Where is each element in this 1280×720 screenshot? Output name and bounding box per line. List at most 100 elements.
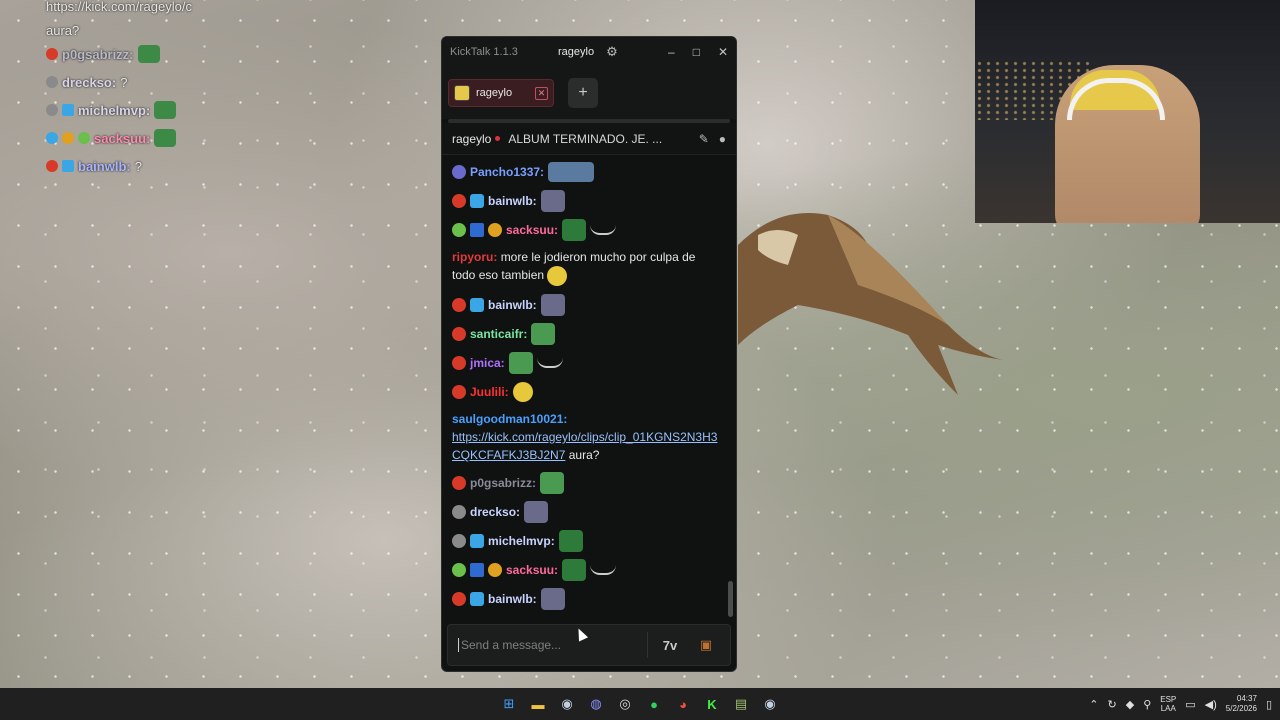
steam-icon[interactable]: ◉ — [555, 692, 579, 716]
7tv-emote-button[interactable]: 7v — [656, 632, 684, 658]
badge-icon — [452, 533, 466, 548]
game-icon[interactable]: ▤ — [729, 692, 753, 716]
text-caret — [458, 638, 459, 652]
box-emote-icon — [154, 101, 177, 119]
chat-message: michelmvp: — [452, 526, 720, 555]
username[interactable]: sacksuu: — [506, 223, 558, 237]
overlay-user: p0gsabrizz: — [62, 46, 134, 62]
chat-message: sacksuu: — [452, 215, 720, 244]
overlay-user: drecksо: — [62, 74, 117, 90]
rocket-icon[interactable]: ✎ — [699, 132, 709, 146]
notification-icon[interactable]: ▯ — [1266, 698, 1272, 711]
badge-icon — [452, 384, 466, 399]
username[interactable]: p0gsabrizz: — [470, 476, 536, 490]
chat-message: p0gsabrizz: — [452, 468, 720, 497]
user-icon[interactable]: ● — [719, 132, 726, 146]
mic-icon[interactable]: ⚲ — [1143, 698, 1151, 711]
gold-badge-icon — [488, 562, 502, 577]
username[interactable]: bainwlb: — [488, 194, 537, 208]
username[interactable]: santicaifr: — [470, 327, 527, 341]
tab-rageylo[interactable]: rageylo ✕ — [448, 79, 554, 107]
minimize-button[interactable]: – — [668, 45, 675, 59]
gear-icon[interactable]: ⚙ — [606, 44, 618, 60]
username[interactable]: bainwlb: — [488, 298, 537, 312]
file-explorer-icon[interactable]: ▬ — [526, 692, 550, 716]
badge-icon — [46, 160, 58, 172]
steam-app-icon[interactable]: ◉ — [758, 692, 782, 716]
cube-badge-icon — [470, 533, 484, 548]
tool-badge-icon — [470, 562, 484, 577]
username[interactable]: jmica: — [470, 356, 505, 370]
eagle-image — [738, 213, 1003, 395]
box-emote-icon — [154, 129, 177, 147]
yellow-emote-icon — [512, 381, 533, 402]
channel-name: rageylo — [452, 131, 492, 146]
badge-icon — [452, 164, 466, 179]
badge-icon — [452, 591, 466, 606]
username[interactable]: bainwlb: — [488, 592, 537, 606]
overlay-text: aura? — [46, 22, 80, 38]
username[interactable]: drecksо: — [470, 505, 520, 519]
scrollbar[interactable] — [728, 581, 733, 617]
username[interactable]: Pancho1337: — [470, 165, 544, 179]
gold-badge-icon — [62, 132, 74, 144]
badge-icon — [452, 297, 466, 312]
kicktalk-window: KickTalk 1.1.3 rageylo ⚙ – □ ✕ rageylo ✕… — [441, 36, 737, 672]
live-indicator-icon — [495, 136, 501, 141]
layout-code: LAA — [1160, 704, 1176, 713]
tool-badge-icon — [470, 222, 484, 237]
badge-icon — [46, 48, 58, 60]
message-text: aura? — [568, 448, 600, 462]
pepe-emote-icon — [540, 471, 565, 494]
spotify-icon[interactable]: ● — [642, 692, 666, 716]
app-title: KickTalk 1.1.3 — [450, 46, 518, 58]
chat-message: sacksuu: — [452, 555, 720, 584]
chat-message: santicaifr: — [452, 319, 720, 348]
face-emote-icon — [524, 500, 549, 523]
chevron-up-icon[interactable]: ⌃ — [1089, 698, 1098, 711]
header-icons: ✎ ● — [699, 132, 726, 146]
close-icon[interactable]: ✕ — [535, 86, 548, 100]
add-tab-button[interactable]: + — [568, 78, 598, 108]
title-bar[interactable]: KickTalk 1.1.3 rageylo ⚙ – □ ✕ — [442, 37, 736, 67]
kick-emote-button[interactable]: ▣ — [692, 632, 720, 658]
system-tray: ⌃ ↻ ◆ ⚲ ESP LAA ▭ ◀) 04:37 5/2/2026 ▯ — [1089, 688, 1272, 720]
clock[interactable]: 04:37 5/2/2026 — [1226, 694, 1257, 714]
overlay-user: bainwlb: — [78, 158, 131, 174]
stick-emote-icon — [590, 225, 617, 235]
badge-icon — [452, 355, 466, 370]
tab-label: rageylo — [476, 87, 513, 99]
kick-icon[interactable]: K — [700, 692, 724, 716]
username[interactable]: sacksuu: — [506, 563, 558, 577]
chrome-icon[interactable]: ◕ — [671, 692, 695, 716]
badge-icon — [452, 504, 466, 519]
obs-icon[interactable]: ◎ — [613, 692, 637, 716]
badge-icon — [452, 562, 466, 577]
taskbar: ⊞ ▬ ◉ ◍ ◎ ● ◕ K ▤ ◉ ⌃ ↻ ◆ ⚲ ESP LAA ▭ ◀)… — [0, 688, 1280, 720]
username[interactable]: ripyoru: — [452, 250, 497, 264]
sync-icon[interactable]: ↻ — [1108, 698, 1117, 711]
stream-overlay-chat: https://kick.com/rageylo/c aura? p0gsabr… — [46, 0, 346, 180]
maximize-button[interactable]: □ — [693, 45, 700, 59]
message-input[interactable]: Send a message... 7v ▣ — [447, 624, 731, 666]
discord-icon[interactable]: ◍ — [584, 692, 608, 716]
overlay-text: ? — [120, 74, 128, 90]
monitor-icon[interactable]: ▭ — [1185, 698, 1195, 711]
username[interactable]: saulgoodman10021: — [452, 412, 567, 426]
language-code: ESP — [1160, 695, 1177, 704]
overlay-line: drecksо: ? — [46, 68, 346, 96]
language-indicator[interactable]: ESP LAA — [1160, 695, 1176, 713]
username[interactable]: Juulili: — [470, 385, 509, 399]
face-emote-icon — [540, 587, 565, 610]
close-button[interactable]: ✕ — [718, 45, 728, 59]
username[interactable]: michelmvp: — [488, 534, 555, 548]
tool-badge-icon — [46, 132, 58, 144]
overlay-line: bainwlb: ? — [46, 152, 346, 180]
windows-start-icon[interactable]: ⊞ — [497, 692, 521, 716]
current-user[interactable]: rageylo — [558, 46, 594, 58]
shield-icon[interactable]: ◆ — [1126, 698, 1134, 711]
cube-badge-icon — [470, 297, 484, 312]
chat-message: Pancho1337: — [452, 157, 720, 186]
volume-icon[interactable]: ◀) — [1205, 698, 1217, 711]
badge-icon — [46, 104, 58, 116]
